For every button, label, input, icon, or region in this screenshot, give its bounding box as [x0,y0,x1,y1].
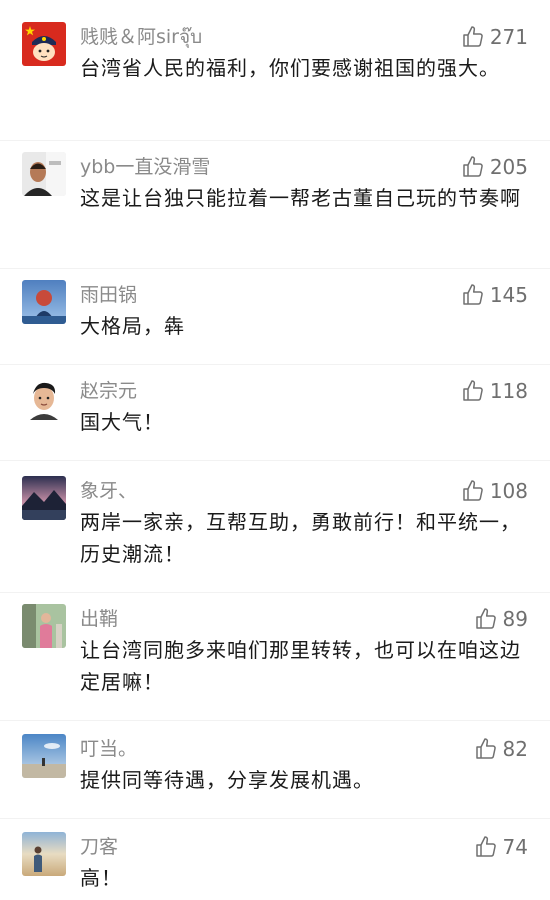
thumbs-up-icon [461,479,485,503]
comment-item: 出鞘 89 让台湾同胞多来咱们那里转转，也可以在咱这边定居嘛！ [0,604,550,714]
police-cartoon-avatar[interactable] [22,22,66,66]
comment-text: 这是让台独只能拉着一帮老古董自己玩的节奏啊 [80,186,521,210]
divider [0,268,550,269]
comment-text: 台湾省人民的福利，你们要感谢祖国的强大。 [80,56,500,80]
comment-list: 贱贱＆阿sirจุ๊บ 271 台湾省人民的福利，你们要感谢祖国的强大。 ybb… [0,0,550,900]
comment-text: 让台湾同胞多来咱们那里转转，也可以在咱这边定居嘛！ [80,638,521,694]
desert-person-avatar[interactable] [22,832,66,876]
divider [0,460,550,461]
thumbs-up-icon [461,283,485,307]
comment-author[interactable]: 出鞘 [80,607,118,631]
comment-item: 雨田锅 145 大格局，犇 [0,280,550,350]
comment-item: 刀客 74 高！ [0,832,550,898]
like-button[interactable]: 74 [474,835,528,859]
like-button[interactable]: 205 [461,155,528,179]
comment-author[interactable]: 赵宗元 [80,379,137,403]
thumbs-up-icon [474,607,498,631]
comment-text: 两岸一家亲，互帮互助，勇敢前行！和平统一，历史潮流！ [80,510,521,566]
comment-author[interactable]: 叮当。 [80,737,137,761]
sky-landscape-avatar[interactable] [22,734,66,778]
like-count: 89 [502,607,528,631]
man-photo-avatar[interactable] [22,152,66,196]
like-button[interactable]: 145 [461,283,528,307]
like-button[interactable]: 118 [461,379,528,403]
thumbs-up-icon [461,155,485,179]
like-button[interactable]: 108 [461,479,528,503]
like-count: 271 [489,25,528,49]
comment-author[interactable]: 贱贱＆阿sirจุ๊บ [80,25,202,49]
comment-text: 高！ [80,866,122,890]
comment-author[interactable]: 刀客 [80,835,118,859]
astronaut-photo-avatar[interactable] [22,280,66,324]
like-count: 205 [489,155,528,179]
thumbs-up-icon [461,25,485,49]
divider [0,720,550,721]
comment-text: 国大气！ [80,410,164,434]
divider [0,592,550,593]
like-button[interactable]: 89 [474,607,528,631]
divider [0,140,550,141]
comment-author[interactable]: 象牙、 [80,479,137,503]
like-count: 145 [489,283,528,307]
like-button[interactable]: 271 [461,25,528,49]
comment-item: 叮当。 82 提供同等待遇，分享发展机遇。 [0,734,550,804]
thumbs-up-icon [474,835,498,859]
comment-item: 赵宗元 118 国大气！ [0,376,550,446]
comment-text: 提供同等待遇，分享发展机遇。 [80,768,374,792]
like-count: 74 [502,835,528,859]
like-count: 108 [489,479,528,503]
thumbs-up-icon [474,737,498,761]
comment-item: 象牙、 108 两岸一家亲，互帮互助，勇敢前行！和平统一，历史潮流！ [0,476,550,586]
comment-author[interactable]: ybb一直没滑雪 [80,155,210,179]
comment-author[interactable]: 雨田锅 [80,283,137,307]
divider [0,364,550,365]
mountain-landscape-avatar[interactable] [22,476,66,520]
comment-text: 大格局，犇 [80,314,185,338]
cartoon-boy-avatar[interactable] [22,376,66,420]
like-count: 82 [502,737,528,761]
like-button[interactable]: 82 [474,737,528,761]
person-outdoor-avatar[interactable] [22,604,66,648]
comment-item: ybb一直没滑雪 205 这是让台独只能拉着一帮老古董自己玩的节奏啊 [0,152,550,262]
like-count: 118 [489,379,528,403]
thumbs-up-icon [461,379,485,403]
comment-item: 贱贱＆阿sirจุ๊บ 271 台湾省人民的福利，你们要感谢祖国的强大。 [0,22,550,132]
divider [0,818,550,819]
